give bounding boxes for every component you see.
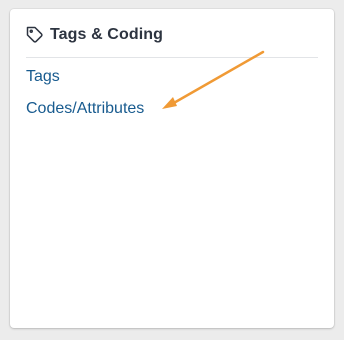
tags-coding-card: Tags & Coding Tags Codes/Attributes bbox=[10, 9, 334, 328]
card-title: Tags & Coding bbox=[50, 26, 163, 43]
link-list: Tags Codes/Attributes bbox=[26, 67, 144, 131]
codes-attributes-link[interactable]: Codes/Attributes bbox=[26, 99, 144, 119]
tag-icon bbox=[26, 26, 44, 44]
tags-link[interactable]: Tags bbox=[26, 67, 144, 87]
card-header: Tags & Coding bbox=[26, 21, 318, 58]
